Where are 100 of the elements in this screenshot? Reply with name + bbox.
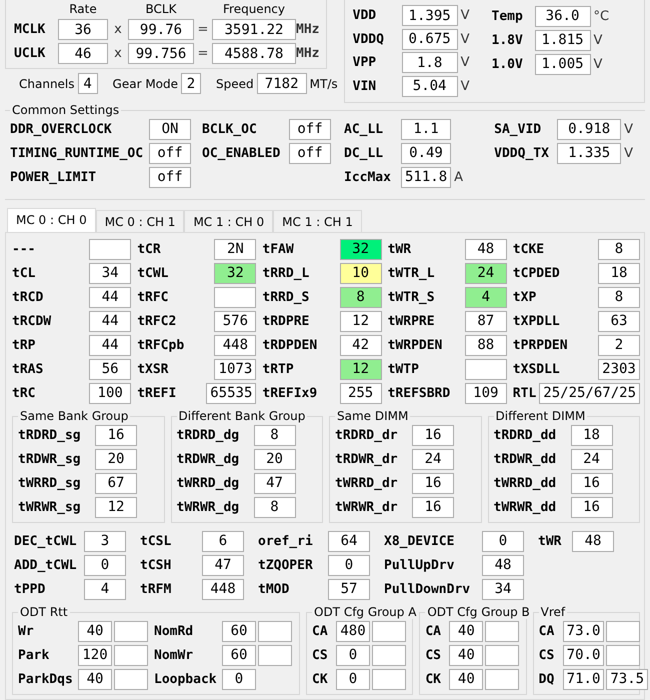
value-field[interactable]: 34 <box>89 262 132 284</box>
value-field[interactable]: 0 <box>84 554 126 576</box>
empty-field[interactable] <box>114 620 148 642</box>
tab[interactable]: MC 0 : CH 1 <box>96 210 184 232</box>
value-field[interactable]: ON <box>149 118 191 140</box>
value-field[interactable]: 40 <box>78 620 112 642</box>
value-field[interactable]: 32 <box>340 238 382 260</box>
value-field[interactable]: off <box>149 142 191 164</box>
value-field[interactable]: 24 <box>464 262 507 284</box>
value-field[interactable]: 4588.78 <box>212 43 296 64</box>
value-field[interactable] <box>89 238 132 260</box>
empty-field[interactable] <box>372 620 406 642</box>
value-field[interactable]: 47 <box>202 554 244 576</box>
value-field[interactable]: 20 <box>254 448 296 470</box>
value-field[interactable]: 40 <box>449 620 484 642</box>
value-field[interactable]: 0 <box>328 554 370 576</box>
value-field[interactable]: 8 <box>254 496 296 518</box>
tab[interactable]: MC 1 : CH 0 <box>184 210 274 232</box>
value-field[interactable]: 18 <box>598 262 640 284</box>
value-field[interactable]: 16 <box>412 472 454 494</box>
value-field[interactable]: 44 <box>89 334 132 356</box>
value-field[interactable]: 40 <box>78 668 112 690</box>
value-field[interactable]: 16 <box>412 496 454 518</box>
value-field[interactable]: 48 <box>464 238 507 260</box>
value-field[interactable]: 6 <box>202 530 244 552</box>
value-field[interactable] <box>214 286 256 308</box>
value-field[interactable]: 511.8 <box>401 166 452 188</box>
value-field[interactable]: 99.76 <box>128 19 194 40</box>
value-field[interactable]: 12 <box>95 496 137 518</box>
value-field[interactable]: 448 <box>214 334 256 356</box>
tab[interactable]: MC 0 : CH 0 <box>7 208 96 232</box>
value-field[interactable]: 18 <box>570 424 612 446</box>
value-field[interactable]: 3 <box>84 530 126 552</box>
value-field[interactable]: 7182 <box>256 73 307 94</box>
value-field[interactable]: 1.8 <box>402 52 458 74</box>
value-field[interactable]: 1.395 <box>402 5 458 26</box>
value-field[interactable]: 120 <box>78 644 112 666</box>
value-field[interactable]: 44 <box>89 286 132 308</box>
value-field[interactable]: 46 <box>58 43 108 64</box>
value-field[interactable]: 36 <box>58 19 108 40</box>
value-field[interactable]: 71.0 <box>562 668 604 690</box>
value-field[interactable]: 255 <box>340 382 382 404</box>
value-field[interactable]: 2 <box>598 334 640 356</box>
value-field[interactable]: 0 <box>336 644 370 666</box>
tab[interactable]: MC 1 : CH 1 <box>273 210 362 232</box>
value-field[interactable]: 63 <box>598 310 640 332</box>
value-field[interactable]: 10 <box>340 262 382 284</box>
value-field[interactable]: 1.1 <box>401 118 451 140</box>
value-field[interactable]: 0 <box>336 668 370 690</box>
value-field[interactable]: 64 <box>328 530 370 552</box>
value-field[interactable]: 73.0 <box>562 620 604 642</box>
empty-field[interactable] <box>258 620 292 642</box>
empty-field[interactable] <box>258 644 292 666</box>
value-field[interactable]: 576 <box>214 310 256 332</box>
empty-field[interactable] <box>372 644 406 666</box>
value-field[interactable]: 8 <box>254 424 296 446</box>
value-field[interactable]: 3591.22 <box>212 19 296 40</box>
value-field[interactable]: 32 <box>214 262 256 284</box>
value-field[interactable]: off <box>289 118 331 140</box>
value-field[interactable]: 109 <box>464 382 507 404</box>
value-field[interactable]: 44 <box>89 310 132 332</box>
value-field[interactable]: 40 <box>449 644 484 666</box>
value-field[interactable]: 87 <box>464 310 507 332</box>
value-field[interactable]: 16 <box>570 472 612 494</box>
value-field[interactable]: 1.335 <box>557 142 622 164</box>
value-field[interactable]: 24 <box>412 448 454 470</box>
value-field[interactable]: 60 <box>222 644 256 666</box>
value-field[interactable]: 1.815 <box>534 30 591 50</box>
value-field[interactable]: 60 <box>222 620 256 642</box>
value-field[interactable]: 70.0 <box>562 644 604 666</box>
value-field[interactable]: 24 <box>570 448 612 470</box>
value-field[interactable]: 0.49 <box>401 142 451 164</box>
value-field[interactable]: 25/25/67/25 <box>539 382 640 404</box>
value-field[interactable]: 100 <box>89 382 132 404</box>
value-field[interactable]: 57 <box>328 578 370 600</box>
value-field[interactable]: 1073 <box>214 358 256 380</box>
value-field[interactable]: 16 <box>570 496 612 518</box>
value-field[interactable]: 42 <box>340 334 382 356</box>
value-field[interactable]: 5.04 <box>402 76 458 97</box>
value-field[interactable]: off <box>149 166 191 188</box>
value-field[interactable]: 4 <box>464 286 507 308</box>
value-field[interactable]: 8 <box>340 286 382 308</box>
value-field[interactable]: 65535 <box>206 382 256 404</box>
value-field[interactable]: 448 <box>202 578 244 600</box>
value-field[interactable]: 16 <box>95 424 137 446</box>
empty-field[interactable] <box>372 668 406 690</box>
value-field[interactable]: 88 <box>464 334 507 356</box>
value-field[interactable]: 0.918 <box>557 118 622 140</box>
value-field[interactable]: 480 <box>336 620 370 642</box>
value-field[interactable]: 12 <box>340 310 382 332</box>
value-field[interactable]: 2N <box>214 238 256 260</box>
value-field[interactable]: 16 <box>412 424 454 446</box>
value-field[interactable]: 4 <box>84 578 126 600</box>
value-field[interactable]: 48 <box>482 554 524 576</box>
value-field[interactable]: 4 <box>78 73 98 94</box>
value-field[interactable]: 56 <box>89 358 132 380</box>
value-field[interactable]: 48 <box>572 530 614 552</box>
value-field[interactable]: 8 <box>598 286 640 308</box>
value-field[interactable]: off <box>289 142 331 164</box>
value-field[interactable]: 67 <box>95 472 137 494</box>
